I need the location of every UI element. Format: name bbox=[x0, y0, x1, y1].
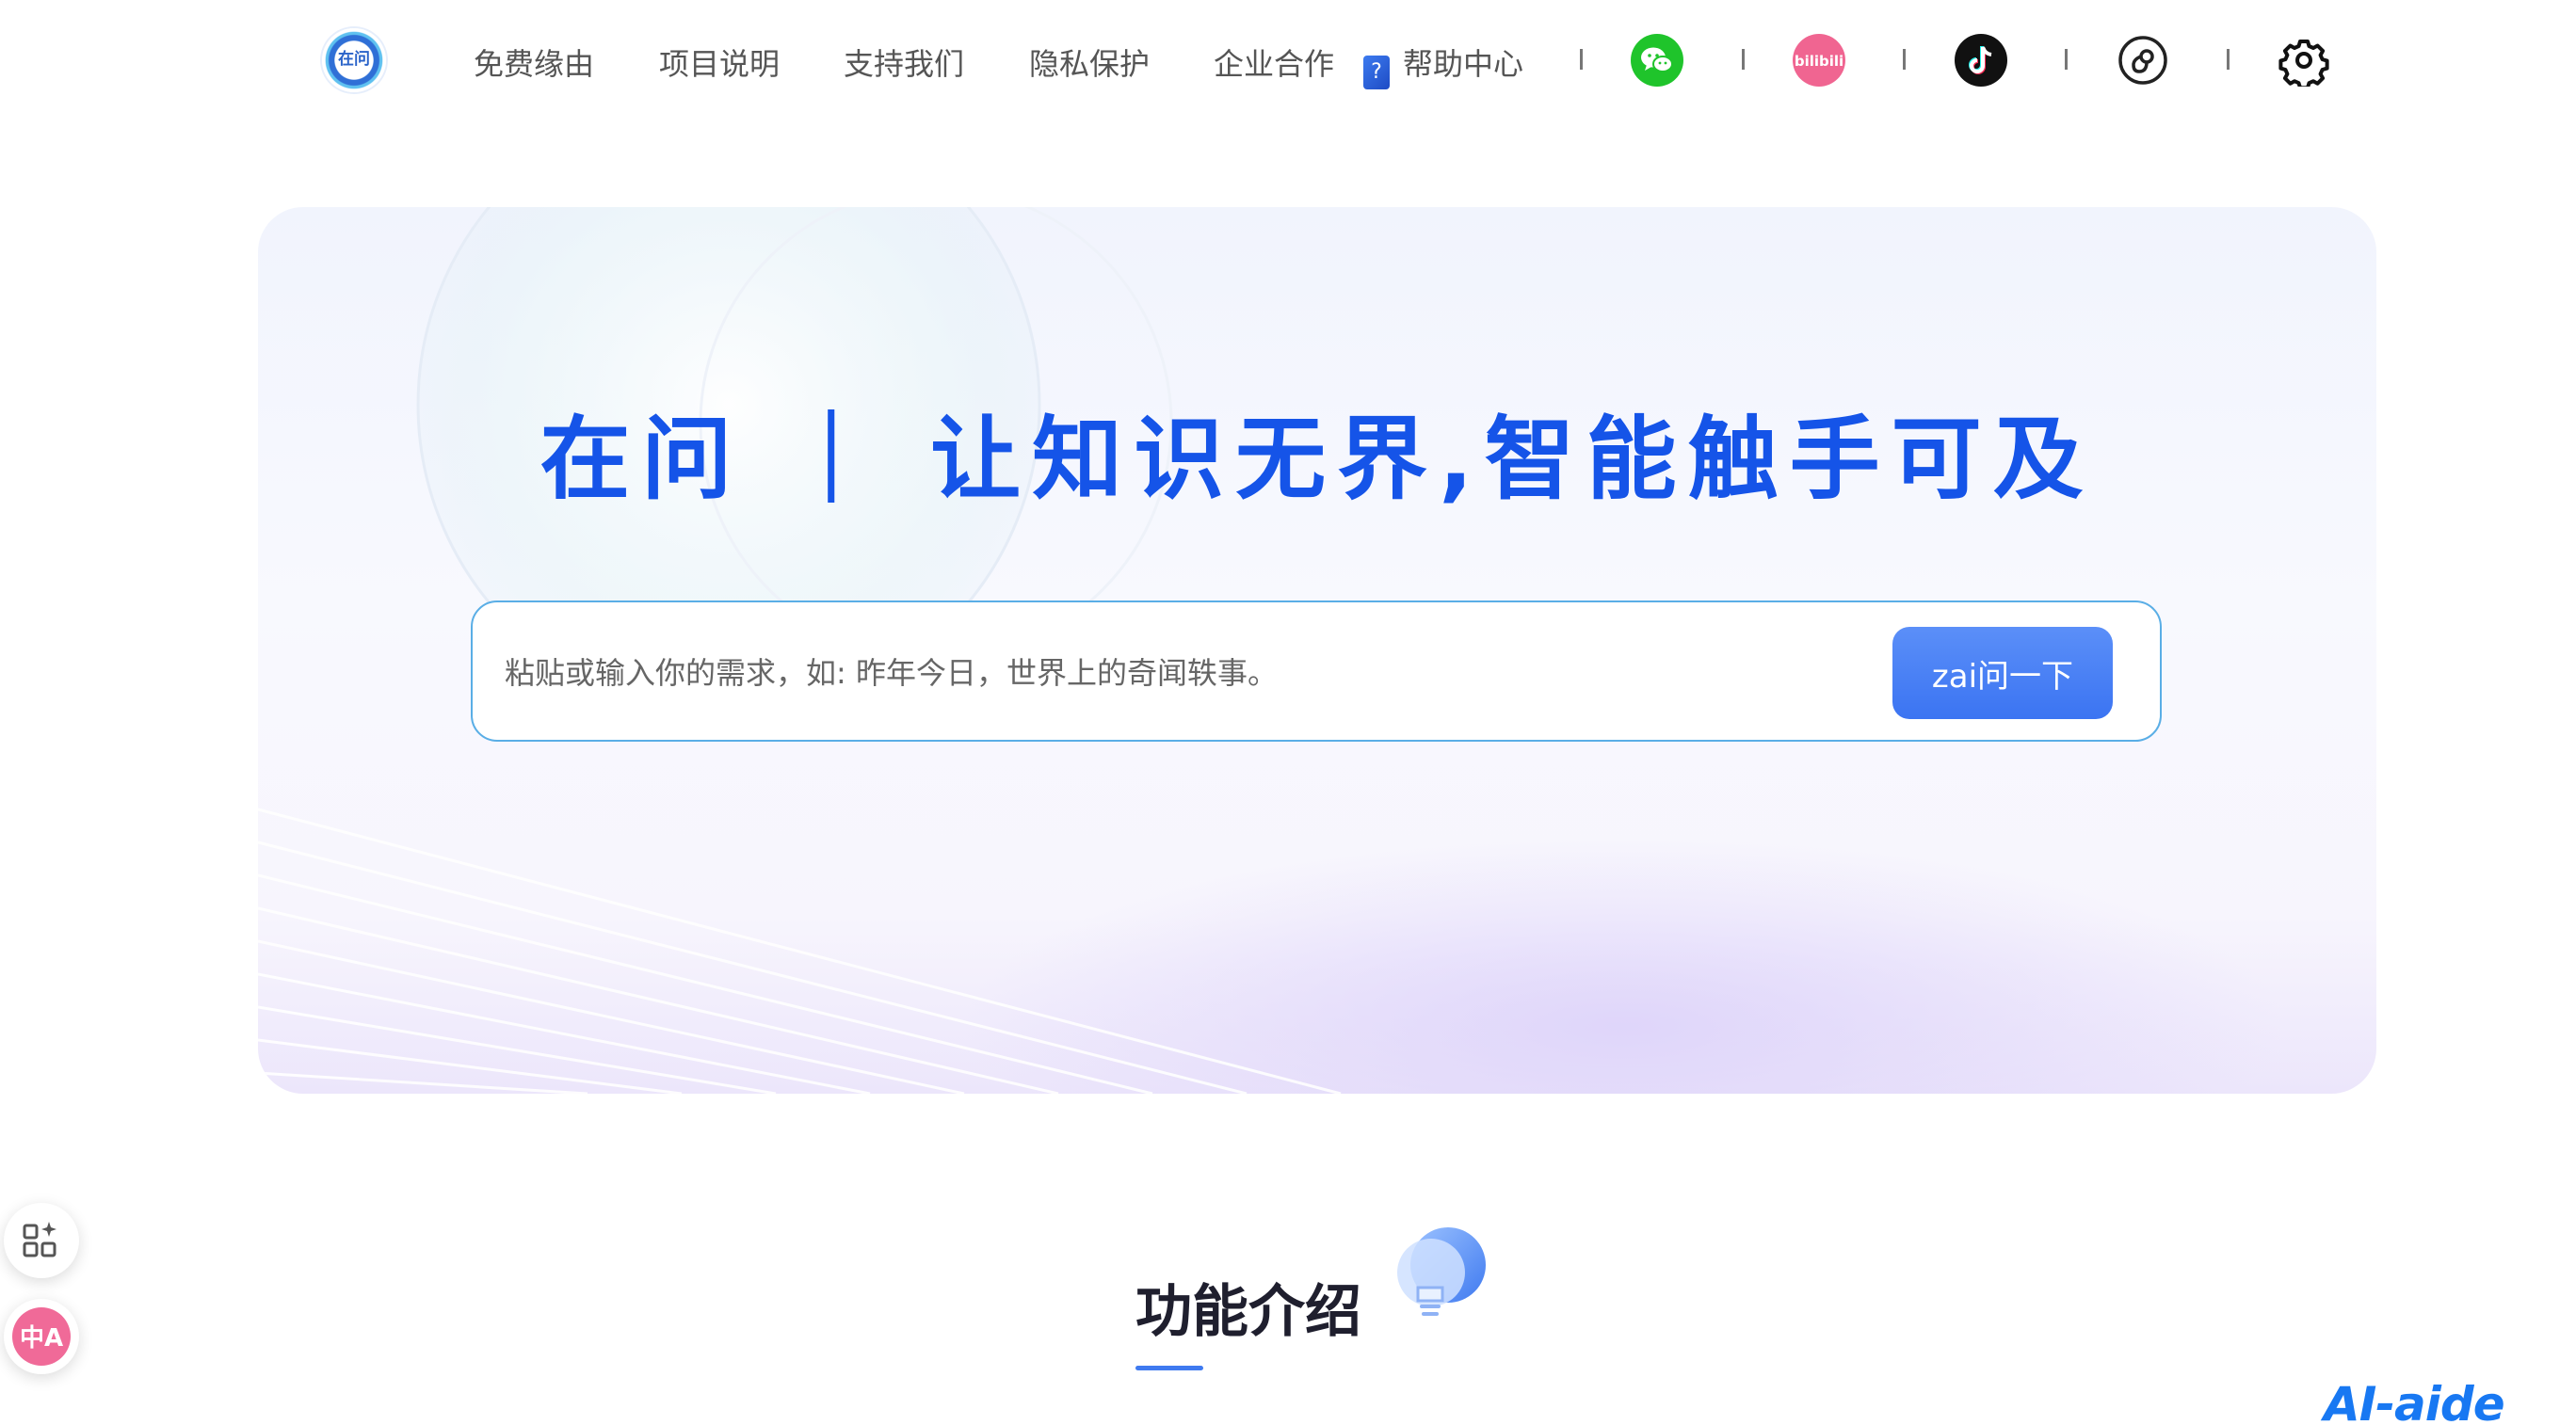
wechat-icon[interactable] bbox=[1631, 34, 1683, 87]
top-navigation-bar: 在问 免费缘由 项目说明 支持我们 隐私保护 企业合作 ? 帮助中心 bilibi… bbox=[0, 0, 2576, 122]
nav-item-help-center[interactable]: ? 帮助中心 bbox=[1363, 40, 1523, 89]
logo-text: 在问 bbox=[338, 50, 370, 69]
search-input[interactable] bbox=[505, 640, 1870, 706]
lightbulb-chat-icon bbox=[1397, 1227, 1486, 1316]
douyin-icon[interactable] bbox=[1955, 34, 2007, 87]
nav-item-project-info[interactable]: 项目说明 bbox=[659, 40, 780, 84]
nav-item-support-us[interactable]: 支持我们 bbox=[844, 40, 964, 84]
help-center-label: 帮助中心 bbox=[1403, 46, 1524, 82]
hero-panel: 在问 ｜ 让知识无界,智能触手可及 zai问一下 bbox=[258, 207, 2376, 1094]
nav-divider bbox=[1903, 49, 1906, 70]
section-title-underline bbox=[1135, 1366, 1203, 1370]
search-box: zai问一下 bbox=[471, 600, 2162, 742]
nav-item-free-reason[interactable]: 免费缘由 bbox=[474, 40, 594, 84]
apps-sparkle-button[interactable] bbox=[4, 1203, 79, 1278]
nav-divider bbox=[2227, 49, 2230, 70]
nav-item-business[interactable]: 企业合作 bbox=[1214, 40, 1334, 84]
ask-submit-button[interactable]: zai问一下 bbox=[1892, 627, 2113, 719]
features-section-title: 功能介绍 bbox=[1135, 1279, 1361, 1345]
hero-headline: 在问 ｜ 让知识无界,智能触手可及 bbox=[539, 407, 2095, 512]
apps-sparkle-icon bbox=[23, 1222, 56, 1257]
translate-icon-text: 中A bbox=[20, 1324, 63, 1353]
translate-button[interactable]: 中A bbox=[4, 1299, 79, 1374]
nav-divider bbox=[2065, 49, 2068, 70]
translate-icon: 中A bbox=[12, 1307, 71, 1366]
nav-item-privacy[interactable]: 隐私保护 bbox=[1029, 40, 1150, 84]
nav-divider bbox=[1580, 49, 1583, 70]
settings-gear-icon[interactable] bbox=[2278, 34, 2330, 87]
site-logo[interactable]: 在问 bbox=[322, 28, 386, 92]
nav-divider bbox=[1742, 49, 1745, 70]
bilibili-text: bilibili bbox=[1795, 53, 1843, 70]
help-book-icon: ? bbox=[1363, 56, 1390, 89]
ai-aide-watermark: AI-aide bbox=[2324, 1377, 2505, 1425]
link-circle-icon[interactable] bbox=[2117, 34, 2169, 87]
bilibili-icon[interactable]: bilibili bbox=[1793, 34, 1845, 87]
